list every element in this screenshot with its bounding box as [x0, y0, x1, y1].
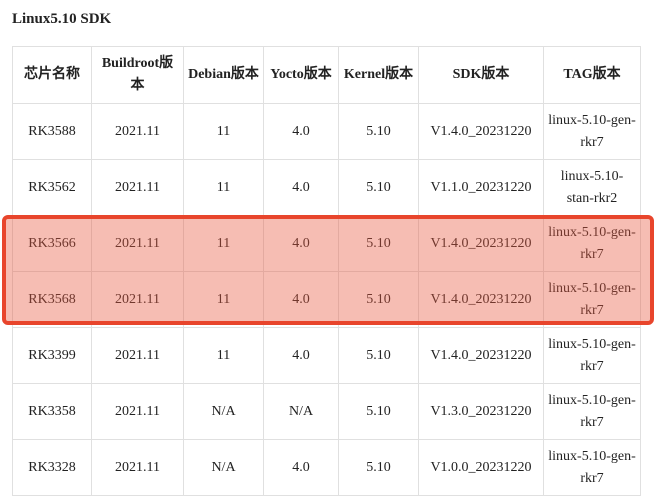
header-yocto: Yocto版本	[263, 46, 339, 104]
table-header-row: 芯片名称 Buildroot版本 Debian版本 Yocto版本 Kernel…	[12, 46, 641, 104]
cell-sdk: V1.4.0_20231220	[418, 215, 544, 272]
cell-kernel: 5.10	[338, 159, 419, 216]
header-chip: 芯片名称	[12, 46, 92, 104]
cell-kernel: 5.10	[338, 103, 419, 160]
table-row: RK3358 2021.11 N/A N/A 5.10 V1.3.0_20231…	[12, 383, 641, 440]
cell-yocto: 4.0	[263, 271, 339, 328]
cell-kernel: 5.10	[338, 439, 419, 496]
cell-chip: RK3562	[12, 159, 92, 216]
cell-sdk: V1.4.0_20231220	[418, 327, 544, 384]
cell-buildroot: 2021.11	[91, 271, 184, 328]
cell-kernel: 5.10	[338, 327, 419, 384]
cell-kernel: 5.10	[338, 271, 419, 328]
cell-tag: linux-5.10-gen-rkr7	[543, 103, 641, 160]
table-row: RK3568 2021.11 11 4.0 5.10 V1.4.0_202312…	[12, 271, 641, 328]
cell-sdk: V1.4.0_20231220	[418, 271, 544, 328]
cell-buildroot: 2021.11	[91, 215, 184, 272]
cell-buildroot: 2021.11	[91, 103, 184, 160]
cell-chip: RK3568	[12, 271, 92, 328]
cell-buildroot: 2021.11	[91, 439, 184, 496]
cell-buildroot: 2021.11	[91, 327, 184, 384]
table-row: RK3588 2021.11 11 4.0 5.10 V1.4.0_202312…	[12, 103, 641, 160]
sdk-version-table: 芯片名称 Buildroot版本 Debian版本 Yocto版本 Kernel…	[12, 46, 641, 496]
cell-buildroot: 2021.11	[91, 159, 184, 216]
table-row: RK3399 2021.11 11 4.0 5.10 V1.4.0_202312…	[12, 327, 641, 384]
cell-yocto: 4.0	[263, 103, 339, 160]
cell-sdk: V1.1.0_20231220	[418, 159, 544, 216]
cell-debian: 11	[183, 103, 264, 160]
cell-tag: linux-5.10-gen-rkr7	[543, 439, 641, 496]
cell-yocto: N/A	[263, 383, 339, 440]
cell-chip: RK3358	[12, 383, 92, 440]
page-title: Linux5.10 SDK	[12, 11, 112, 27]
cell-tag: linux-5.10-stan-rkr2	[543, 159, 641, 216]
header-buildroot: Buildroot版本	[91, 46, 184, 104]
cell-chip: RK3328	[12, 439, 92, 496]
cell-tag: linux-5.10-gen-rkr7	[543, 271, 641, 328]
cell-chip: RK3566	[12, 215, 92, 272]
table-row: RK3566 2021.11 11 4.0 5.10 V1.4.0_202312…	[12, 215, 641, 272]
cell-yocto: 4.0	[263, 439, 339, 496]
cell-buildroot: 2021.11	[91, 383, 184, 440]
header-tag: TAG版本	[543, 46, 641, 104]
cell-tag: linux-5.10-gen-rkr7	[543, 383, 641, 440]
cell-chip: RK3588	[12, 103, 92, 160]
cell-debian: 11	[183, 215, 264, 272]
cell-tag: linux-5.10-gen-rkr7	[543, 327, 641, 384]
cell-yocto: 4.0	[263, 327, 339, 384]
cell-debian: N/A	[183, 439, 264, 496]
cell-sdk: V1.3.0_20231220	[418, 383, 544, 440]
cell-kernel: 5.10	[338, 215, 419, 272]
header-debian: Debian版本	[183, 46, 264, 104]
cell-sdk: V1.0.0_20231220	[418, 439, 544, 496]
header-kernel: Kernel版本	[338, 46, 419, 104]
cell-yocto: 4.0	[263, 215, 339, 272]
header-sdk: SDK版本	[418, 46, 544, 104]
table-row: RK3562 2021.11 11 4.0 5.10 V1.1.0_202312…	[12, 159, 641, 216]
cell-debian: 11	[183, 271, 264, 328]
table-row: RK3328 2021.11 N/A 4.0 5.10 V1.0.0_20231…	[12, 439, 641, 496]
cell-debian: 11	[183, 327, 264, 384]
cell-sdk: V1.4.0_20231220	[418, 103, 544, 160]
cell-debian: N/A	[183, 383, 264, 440]
cell-debian: 11	[183, 159, 264, 216]
cell-yocto: 4.0	[263, 159, 339, 216]
cell-tag: linux-5.10-gen-rkr7	[543, 215, 641, 272]
cell-chip: RK3399	[12, 327, 92, 384]
cell-kernel: 5.10	[338, 383, 419, 440]
